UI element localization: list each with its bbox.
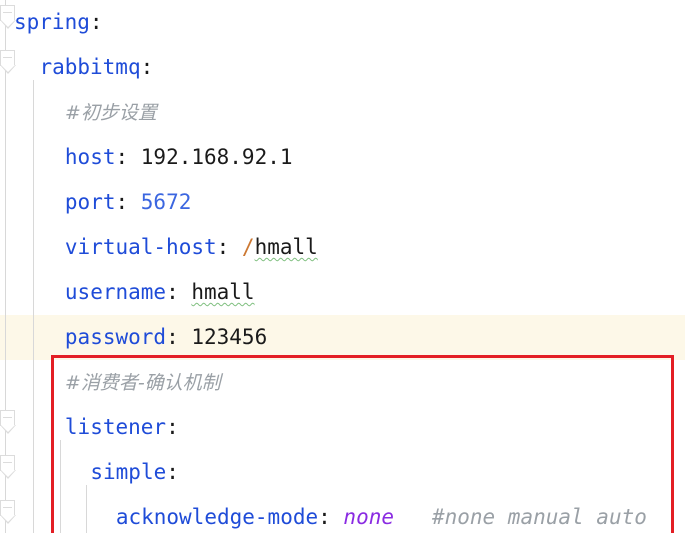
- yaml-value: hmall: [191, 280, 255, 304]
- yaml-colon: :: [216, 235, 242, 259]
- yaml-colon: :: [318, 505, 344, 529]
- code-line[interactable]: host: 192.168.92.1: [0, 135, 685, 180]
- code-editor[interactable]: spring: rabbitmq: #初步设置 host: 192.168.92.1 p…: [0, 0, 685, 533]
- yaml-value: 5672: [140, 190, 192, 214]
- yaml-key: rabbitmq: [39, 55, 141, 79]
- code-line[interactable]: password: 123456: [0, 315, 685, 360]
- yaml-comment: #初步设置: [64, 102, 157, 124]
- code-line[interactable]: port: 5672: [0, 180, 685, 225]
- yaml-key: spring: [14, 10, 90, 34]
- comment-gap: [394, 505, 432, 529]
- code-line[interactable]: acknowledge-mode: none #none manual auto: [0, 495, 685, 540]
- code-line[interactable]: spring:: [0, 0, 685, 45]
- yaml-key: port: [64, 190, 116, 214]
- yaml-key: username: [64, 280, 167, 304]
- code-line[interactable]: username: hmall: [0, 270, 685, 315]
- yaml-key: virtual-host: [64, 235, 217, 259]
- yaml-value-slash: /: [241, 235, 255, 259]
- yaml-colon: :: [166, 325, 192, 349]
- yaml-key: password: [64, 325, 167, 349]
- code-line[interactable]: #消费者-确认机制: [0, 360, 685, 405]
- code-line[interactable]: rabbitmq:: [0, 45, 685, 90]
- yaml-colon: :: [166, 460, 179, 484]
- code-line[interactable]: #初步设置: [0, 90, 685, 135]
- yaml-comment: #none manual auto: [431, 505, 647, 529]
- yaml-colon: :: [140, 55, 154, 79]
- yaml-value: 192.168.92.1: [140, 145, 293, 169]
- yaml-colon: :: [115, 190, 141, 214]
- code-line[interactable]: simple:: [0, 450, 685, 495]
- yaml-value: none: [343, 505, 394, 529]
- yaml-key: listener: [64, 415, 167, 439]
- code-line[interactable]: virtual-host: /hmall: [0, 225, 685, 270]
- yaml-value: hmall: [254, 235, 318, 259]
- yaml-key: simple: [90, 460, 167, 484]
- code-line[interactable]: listener:: [0, 405, 685, 450]
- yaml-colon: :: [115, 145, 141, 169]
- yaml-key: acknowledge-mode: [115, 505, 319, 529]
- yaml-comment: #消费者-确认机制: [64, 372, 221, 394]
- yaml-key: host: [64, 145, 116, 169]
- yaml-colon: :: [166, 415, 179, 439]
- yaml-colon: :: [89, 10, 103, 34]
- yaml-colon: :: [166, 280, 192, 304]
- yaml-value: 123456: [191, 325, 268, 349]
